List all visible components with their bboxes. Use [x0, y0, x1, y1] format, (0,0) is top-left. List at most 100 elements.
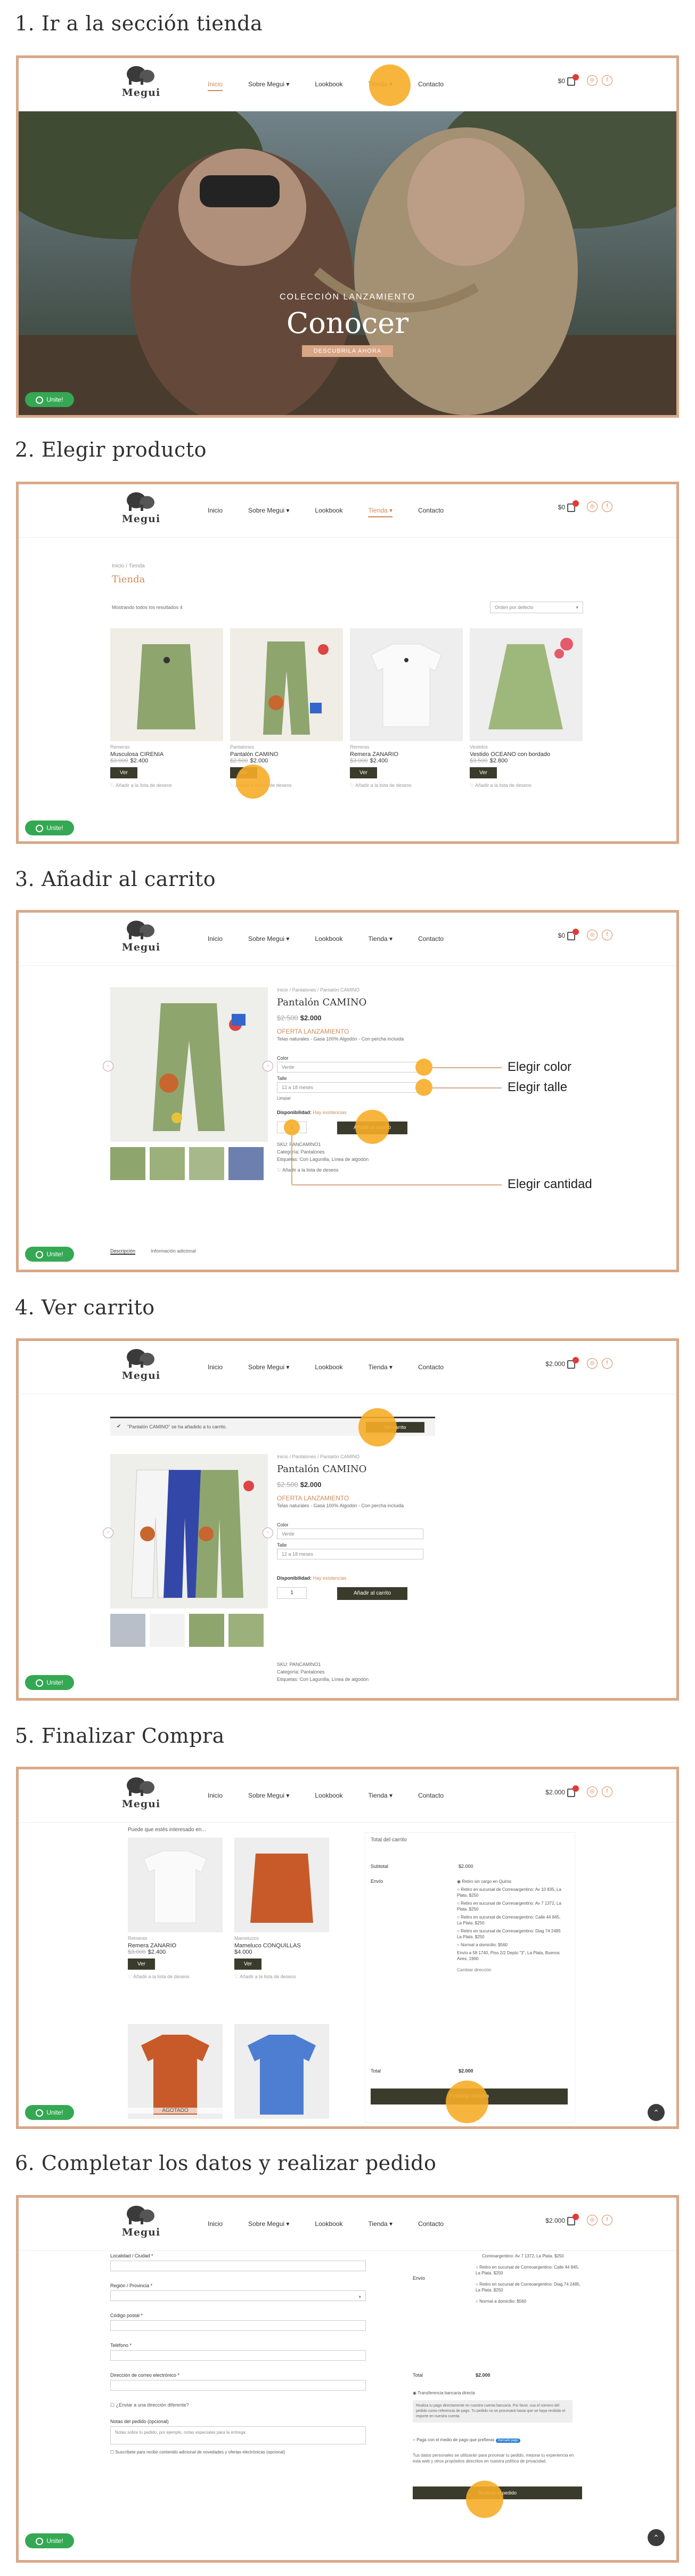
wishlist-link[interactable]: ♡ Añadir a la lista de deseos: [110, 783, 223, 789]
nav-sobre-megui[interactable]: Sobre Megui ▾: [248, 1790, 289, 1801]
wishlist-link[interactable]: ♡ Añadir a la lista de deseos: [128, 1974, 223, 1980]
upsell-card[interactable]: Mamelucos Mameluco CONQUILLAS $4.000 Ver…: [234, 1838, 329, 1980]
megui-logo[interactable]: Megui: [117, 2202, 165, 2247]
add-to-cart-button[interactable]: Añadir al carrito: [337, 1587, 407, 1600]
thumbnail[interactable]: [189, 1614, 224, 1647]
shipping-option[interactable]: ○ Normal a domicilio: $560: [457, 1942, 563, 1948]
cart-link[interactable]: $2.000: [545, 2214, 579, 2225]
facebook-icon[interactable]: f: [602, 75, 612, 86]
order-notes-field[interactable]: Notas sobre tu pedido, por ejemplo, nota…: [110, 2426, 366, 2444]
cart-link[interactable]: $2.000: [545, 1785, 579, 1797]
nav-contacto[interactable]: Contacto: [418, 2218, 444, 2230]
city-field[interactable]: [110, 2261, 366, 2271]
payment-transfer-radio[interactable]: ◉ Transferencia bancaria directa: [413, 2391, 475, 2395]
product-image[interactable]: [350, 628, 463, 741]
instagram-icon[interactable]: ◎: [587, 2215, 598, 2225]
ship-different-checkbox[interactable]: ☐ ¿Enviar a una dirección diferente?: [110, 2402, 366, 2408]
thumbnail[interactable]: [110, 1147, 145, 1180]
instagram-icon[interactable]: ◎: [587, 1358, 598, 1369]
nav-sobre-megui[interactable]: Sobre Megui ▾: [248, 1361, 289, 1373]
cart-link[interactable]: $0: [558, 929, 579, 940]
subscribe-checkbox[interactable]: ☐ Suscríbete para recibir contenido adic…: [110, 2450, 366, 2455]
product-main-image[interactable]: [110, 1454, 268, 1608]
nav-lookbook[interactable]: Lookbook: [315, 1361, 342, 1373]
nav-lookbook[interactable]: Lookbook: [315, 2218, 342, 2230]
shipping-option[interactable]: ○ Retiro en sucursal de Correoargentino:…: [457, 1928, 563, 1940]
shipping-option[interactable]: ○ Normal a domicilio: $560: [476, 2298, 582, 2304]
chevron-left-icon[interactable]: ‹: [103, 1061, 113, 1071]
instagram-icon[interactable]: ◎: [587, 930, 598, 940]
email-field[interactable]: [110, 2380, 366, 2391]
facebook-icon[interactable]: f: [602, 1786, 612, 1797]
thumbnail[interactable]: [150, 1614, 185, 1647]
size-select[interactable]: 12 a 18 meses: [277, 1082, 423, 1093]
nav-inicio[interactable]: Inicio: [208, 933, 223, 945]
nav-contacto[interactable]: Contacto: [418, 1361, 444, 1373]
whatsapp-button[interactable]: Unite!: [25, 820, 74, 835]
product-card[interactable]: Remeras Remera ZANARIO $3.000 $2.400 Ver …: [350, 628, 463, 789]
nav-contacto[interactable]: Contacto: [418, 1790, 444, 1801]
upsell-image[interactable]: [234, 2024, 329, 2119]
clear-link[interactable]: Limpiar: [277, 1096, 291, 1101]
product-card[interactable]: Remeras Musculosa CIRENIA $3.000 $2.400 V…: [110, 628, 223, 789]
thumbnail[interactable]: [228, 1614, 264, 1647]
facebook-icon[interactable]: f: [602, 1358, 612, 1369]
payment-mercadopago-radio[interactable]: ○ Paga con el medio de pago que prefiera…: [413, 2437, 520, 2443]
upsell-card[interactable]: Remeras Remera ZANARIO $3.000 $2.400 Ver …: [128, 1838, 223, 1980]
product-main-image[interactable]: [110, 987, 268, 1142]
nav-sobre-megui[interactable]: Sobre Megui ▾: [248, 78, 289, 91]
view-button[interactable]: Ver: [350, 767, 378, 778]
facebook-icon[interactable]: f: [602, 2215, 612, 2225]
nav-inicio[interactable]: Inicio: [208, 2218, 223, 2230]
nav-contacto[interactable]: Contacto: [418, 933, 444, 945]
nav-sobre-megui[interactable]: Sobre Megui ▾: [248, 933, 289, 945]
quantity-stepper[interactable]: 1: [277, 1587, 307, 1599]
whatsapp-button[interactable]: Unite!: [25, 1247, 74, 1262]
color-select[interactable]: Verde: [277, 1062, 423, 1072]
product-image[interactable]: [128, 1838, 223, 1932]
upsell-image[interactable]: AGOTADO: [128, 2024, 223, 2119]
cart-link[interactable]: $0: [558, 74, 579, 86]
instagram-icon[interactable]: ◎: [587, 1786, 598, 1797]
nav-tienda[interactable]: Tienda ▾: [368, 1361, 393, 1373]
shipping-option[interactable]: ○ Retiro en sucursal de Correoargentino:…: [476, 2281, 582, 2293]
instagram-icon[interactable]: ◎: [587, 501, 598, 512]
megui-logo[interactable]: Megui: [117, 489, 165, 533]
size-select[interactable]: 12 a 18 meses: [277, 1549, 423, 1559]
cart-link[interactable]: $0: [558, 500, 579, 512]
megui-logo[interactable]: Megui: [117, 917, 165, 962]
thumbnail[interactable]: [110, 1614, 145, 1647]
wishlist-link[interactable]: ♡ Añadir a la lista de deseos: [350, 783, 463, 789]
tab-descripcion[interactable]: Descripción: [110, 1248, 136, 1255]
instagram-icon[interactable]: ◎: [587, 75, 598, 86]
nav-inicio[interactable]: Inicio: [208, 505, 223, 517]
zip-field[interactable]: [110, 2320, 366, 2331]
shipping-option[interactable]: ○ Retiro en sucursal de Correoargentino:…: [457, 1900, 563, 1912]
nav-lookbook[interactable]: Lookbook: [315, 933, 342, 945]
facebook-icon[interactable]: f: [602, 930, 612, 940]
cart-link[interactable]: $2.000: [545, 1357, 579, 1369]
wishlist-link[interactable]: ♡ Añadir a la lista de deseos: [470, 783, 583, 789]
product-image[interactable]: [470, 628, 583, 741]
view-button[interactable]: Ver: [128, 1959, 156, 1970]
facebook-icon[interactable]: f: [602, 501, 612, 512]
thumbnail[interactable]: [189, 1147, 224, 1180]
nav-tienda[interactable]: Tienda ▾: [368, 2218, 393, 2230]
shipping-option[interactable]: ○ Retiro en sucursal de Correoargentino:…: [457, 1887, 563, 1898]
whatsapp-button[interactable]: Unite!: [25, 2533, 74, 2548]
megui-logo[interactable]: Megui: [117, 1774, 165, 1818]
wishlist-link[interactable]: ♡ Añadir a la lista de deseos: [234, 1974, 329, 1980]
change-address-link[interactable]: Cambiar dirección: [457, 1967, 563, 1973]
shipping-option[interactable]: ◉ Retiro sin cargo en Quirós: [457, 1879, 563, 1884]
whatsapp-button[interactable]: Unite!: [25, 1675, 74, 1690]
nav-contacto[interactable]: Contacto: [418, 505, 444, 517]
phone-field[interactable]: [110, 2350, 366, 2361]
hero-cta-button[interactable]: DESCUBRILA AHORA: [301, 345, 394, 357]
scroll-to-top-button[interactable]: ⌃: [648, 2529, 665, 2546]
megui-logo[interactable]: Megui: [117, 1345, 165, 1390]
product-card[interactable]: Pantalones Pantalón CAMINO $2.500 $2.000 …: [230, 628, 343, 789]
nav-lookbook[interactable]: Lookbook: [315, 1790, 342, 1801]
scroll-to-top-button[interactable]: ⌃: [648, 2104, 665, 2121]
nav-tienda[interactable]: Tienda ▾: [368, 505, 393, 517]
view-button[interactable]: Ver: [470, 767, 497, 778]
